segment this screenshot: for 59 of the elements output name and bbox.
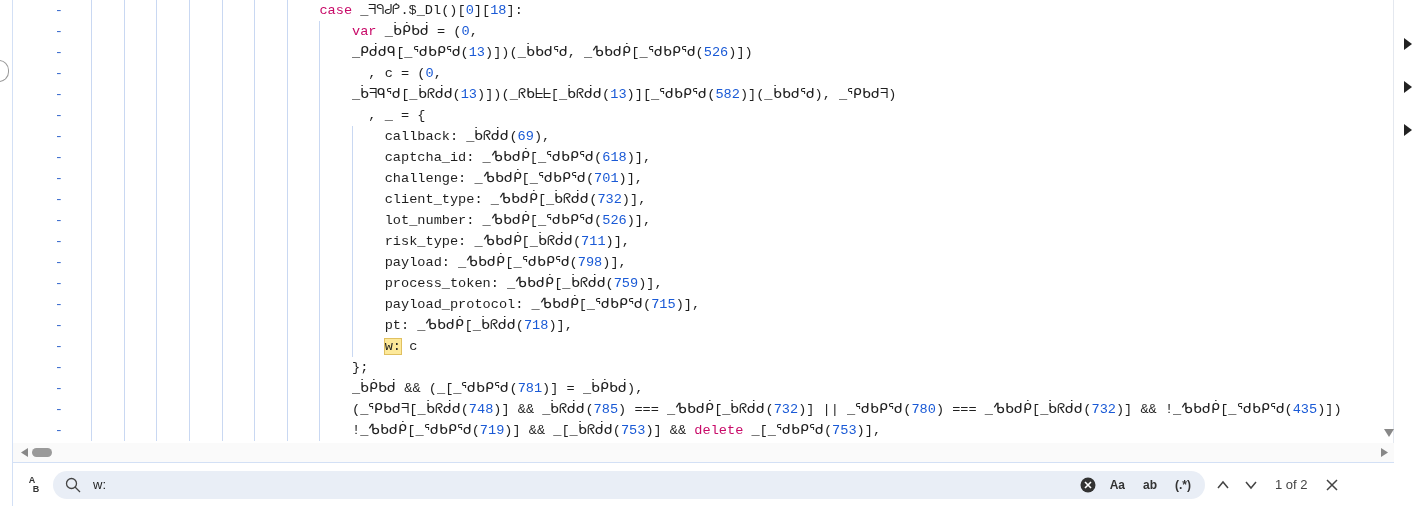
diff-marker: - [54,191,63,209]
code-line: case _ᖷᑫᑯᑮ.$_Dl()[0][18]: [319,2,523,20]
diff-marker: - [54,254,63,272]
code-line: pt: _ᕹᑲᑯᑮ[_ᑳᖇᑰᑯ(718)], [384,315,573,335]
search-option[interactable]: ab [1139,475,1161,494]
search-option[interactable]: Aa [1105,475,1129,494]
scroll-right-icon[interactable] [1381,448,1388,457]
code-line: captcha_id: _ᕹᑲᑯᑮ[_ᕐᑯᑲᑭᕐᑯ(618)], [384,147,652,167]
diff-marker: - [54,233,63,251]
search-option[interactable]: (.*) [1171,475,1195,494]
caret-icon[interactable] [1403,124,1413,136]
clear-icon[interactable] [1079,476,1096,493]
diff-marker: - [54,23,63,41]
code-line: _ᑭᑰᑯᑫ[_ᕐᑯᑲᑭᕐᑯ(13)])(_ᑳᑲᑯᕐᑯ, _ᕹᑲᑯᑮ[_ᕐᑯᑲᑭᕐᑯ(526)]) [352,42,753,62]
code-line: }; [352,359,369,377]
diff-marker: - [54,380,63,398]
code-line: (_ᕿᑲᑯᖷ[_ᑳᖇᑰᑯ(748)] && _ᑳᖇᑰᑯ(785) === _ᕹᑲᑯᑮ[_ᑳᖇᑰᑯ(732)] || _ᕐᑯᑲᑭᕐᑯ(780) === _ᕹᑲᑯᑮ[_ᑳᖇᑰᑯ(732)] && !_ᕹᑲᑯᑮ[_ᕐᑯᑲᑭᕐᑯ(435)]) [352,399,1342,419]
diff-marker: - [54,212,63,230]
match-count: 1 of 2 [1274,477,1309,492]
code-line: var _ᑳᑮᑲᑰ = (0, [352,21,478,41]
code-line: process_token: _ᕹᑲᑯᑮ[_ᑳᖇᑰᑯ(759)], [384,273,663,293]
close-icon [1323,476,1340,493]
diff-marker: - [54,317,63,335]
diff-marker: - [54,149,63,167]
diff-marker: - [54,422,63,440]
search-field[interactable]: w: Aa ab (.*) [53,470,1205,499]
diff-marker: - [54,44,63,62]
replace-toggle[interactable]: A B [19,475,45,494]
diff-marker: - [54,359,63,377]
code-line: !_ᕹᑲᑯᑮ[_ᕐᑯᑲᑭᕐᑯ(719)] && _[_ᑳᖇᑰᑯ(753)] && delete _[_ᕐᑯᑲᑭᕐᑯ(753)], [352,420,882,440]
code-line: _ᑳᖷᑫᕐᑯ[_ᑳᖇᑰᑯ(13)])(_ᖇᑲᖶᖶ[_ᑳᖇᑰᑯ(13)][_ᕐᑯᑲᑭᕐᑯ(582)](_ᑳᑲᑯᕐᑯ), _ᕿᑲᑯᖷ) [352,84,897,104]
caret-icon[interactable] [1403,81,1413,93]
diff-marker: - [54,86,63,104]
code-line: , c = (0, [368,65,442,83]
diff-marker: - [54,401,63,419]
code-line: challenge: _ᕹᑲᑯᑮ[_ᕐᑯᑲᑭᕐᑯ(701)], [384,168,644,188]
code-line: payload_protocol: _ᕹᑲᑯᑮ[_ᕐᑯᑲᑭᕐᑯ(715)], [384,294,701,314]
diff-marker: - [54,296,63,314]
diff-marker: - [54,65,63,83]
code-line: client_type: _ᕹᑲᑯᑮ[_ᑳᖇᑰᑯ(732)], [384,189,647,209]
code-line: , _ = { [368,107,426,125]
code-line: payload: _ᕹᑲᑯᑮ[_ᕐᑯᑲᑭᕐᑯ(798)], [384,252,627,272]
code-line: _ᑳᑮᑲᑰ && (_[_ᕐᑯᑲᑭᕐᑯ(781)] = _ᑳᑮᑲᑰ), [352,378,644,398]
code-line: lot_number: _ᕹᑲᑯᑮ[_ᕐᑯᑲᑭᕐᑯ(526)], [384,210,652,230]
diff-marker: - [54,170,63,188]
diff-marker: - [54,128,63,146]
scroll-down-icon[interactable] [1384,427,1394,439]
code-line: risk_type: _ᕹᑲᑯᑮ[_ᑳᖇᑰᑯ(711)], [384,231,631,251]
scroll-left-icon[interactable] [21,448,28,457]
code-line: callback: _ᑳᖇᑰᑯ(69), [384,126,551,146]
diff-marker: - [54,2,63,20]
diff-marker: - [54,275,63,293]
resize-handle[interactable] [0,60,9,82]
code-line: w: c [384,338,418,356]
diff-marker: - [54,338,63,356]
caret-icon[interactable] [1403,38,1413,50]
scrollbar-thumb[interactable] [32,448,52,457]
diff-marker: - [54,107,63,125]
search-icon [65,476,81,493]
